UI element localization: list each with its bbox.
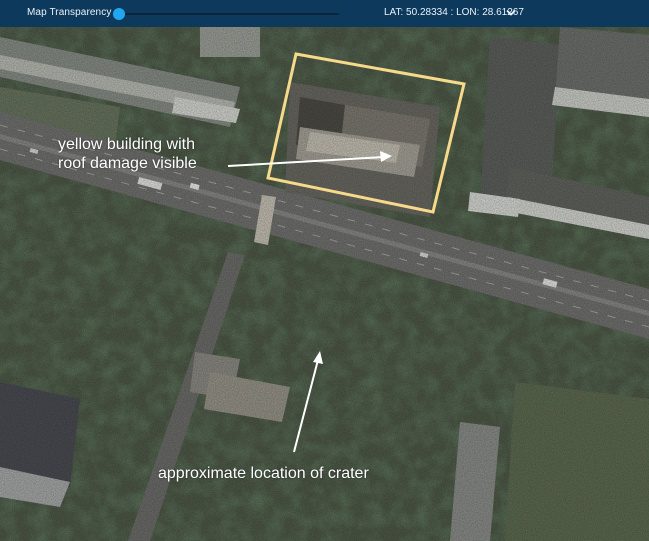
crater-annotation: approximate location of crater [158,465,369,482]
map-toolbar: Map Transparency LAT: 50.28334 : LON: 28… [0,0,649,28]
building-annotation-line1: yellow building with [58,136,195,153]
map-transparency-label: Map Transparency [27,7,112,18]
chevron-down-icon[interactable] [506,9,516,17]
building-annotation: yellow building with roof damage visible [58,135,197,173]
slider-track[interactable] [117,13,339,15]
satellite-map[interactable]: yellow building with roof damage visible… [0,27,649,541]
slider-knob[interactable] [113,8,125,20]
building-annotation-line2: roof damage visible [58,155,197,172]
map-transparency-slider[interactable] [113,7,339,21]
map-viewer: Map Transparency LAT: 50.28334 : LON: 28… [0,0,649,541]
coordinate-readout: LAT: 50.28334 : LON: 28.61267 [384,7,524,18]
